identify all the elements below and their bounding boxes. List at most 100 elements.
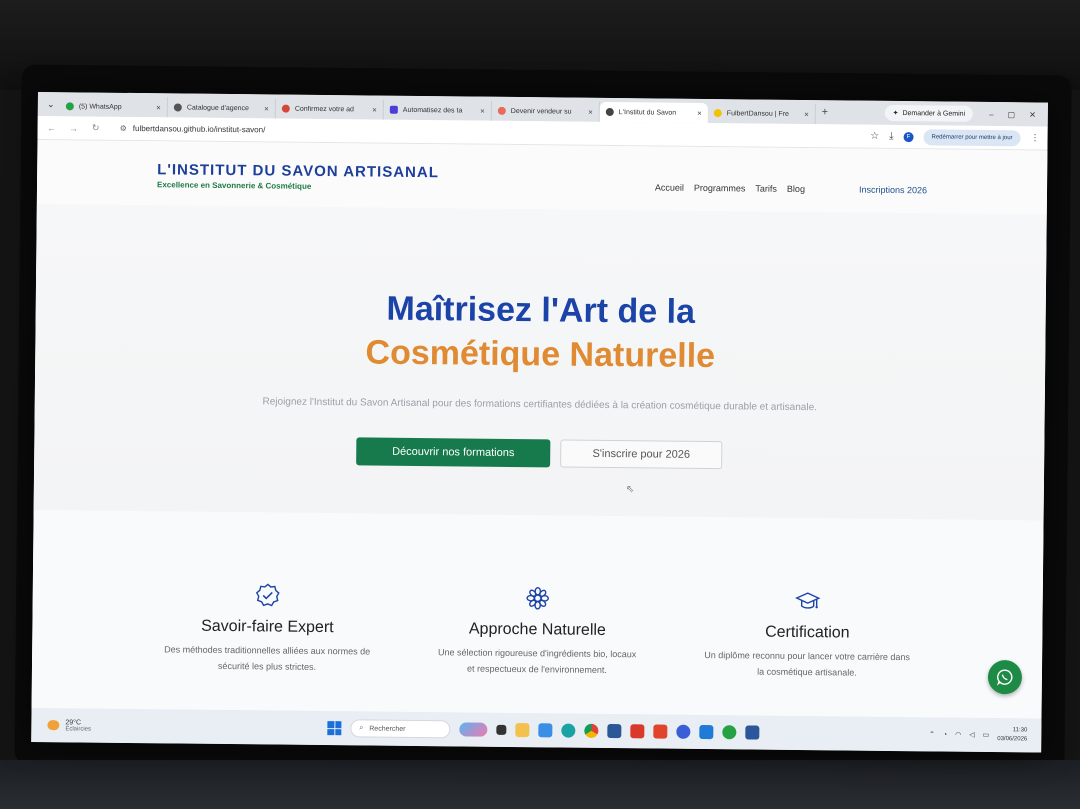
whatsapp-taskbar-icon[interactable] xyxy=(722,725,737,740)
restart-update-button[interactable]: Redémarrer pour mettre à jour xyxy=(923,128,1021,146)
address-bar[interactable]: ⚙ fulbertdansou.github.io/institut-savon… xyxy=(112,120,861,144)
tab-label: Automatisez des ta xyxy=(402,106,463,114)
nav-pricing[interactable]: Tarifs xyxy=(755,184,777,194)
site-header: L'INSTITUT DU SAVON ARTISANAL Excellence… xyxy=(36,139,1048,215)
page-content: L'INSTITUT DU SAVON ARTISANAL Excellence… xyxy=(31,139,1048,719)
feature-natural: Approche Naturelle Une sélection rigoure… xyxy=(412,514,664,715)
profile-avatar[interactable]: F xyxy=(903,131,914,142)
system-clock[interactable]: 11:30 03/06/2026 xyxy=(997,726,1027,744)
flower-icon xyxy=(413,584,663,613)
feature-description: Un diplôme reconnu pour lancer votre car… xyxy=(682,647,932,682)
windows-start-icon[interactable] xyxy=(327,721,342,736)
tab-close-icon[interactable]: × xyxy=(264,104,269,113)
taskbar-search[interactable]: ⌕ Rechercher xyxy=(350,719,451,739)
gmail-icon xyxy=(281,104,290,113)
tab-gmail[interactable]: Confirmez votre ad × xyxy=(275,98,384,120)
firefox-icon[interactable] xyxy=(676,724,691,739)
feature-description-line: Des méthodes traditionnelles alliées aux… xyxy=(164,644,371,657)
file-explorer-icon[interactable] xyxy=(515,723,530,738)
task-view-icon[interactable] xyxy=(496,724,507,735)
word-icon[interactable] xyxy=(745,725,760,740)
tab-close-icon[interactable]: × xyxy=(588,107,593,116)
nav-programs[interactable]: Programmes xyxy=(694,183,746,194)
minimize-icon[interactable]: – xyxy=(989,109,994,118)
tab-automatisez[interactable]: Automatisez des ta × xyxy=(383,99,492,121)
store-icon[interactable] xyxy=(607,723,622,739)
download-icon[interactable]: ⤓ xyxy=(889,131,894,142)
wifi-icon[interactable]: ◠ xyxy=(955,731,961,739)
hero-title-line1: Maîtrisez l'Art de la xyxy=(386,289,696,331)
window-controls: – ▢ ✕ xyxy=(973,109,1048,119)
gemini-button[interactable]: ✦ Demander à Gemini xyxy=(884,104,974,122)
nav-inscriptions[interactable]: Inscriptions 2026 xyxy=(859,185,927,196)
weather-sun-cloud-icon xyxy=(47,720,60,731)
clock-date: 03/06/2026 xyxy=(997,736,1028,743)
vscode-icon[interactable] xyxy=(699,724,714,740)
tab-fulbertdansou[interactable]: FulbertDansou | Fre × xyxy=(707,103,816,125)
weather-widget[interactable]: 29°C Éclaircies xyxy=(31,718,131,732)
back-icon[interactable]: ← xyxy=(46,123,58,133)
brand[interactable]: L'INSTITUT DU SAVON ARTISANAL Excellence… xyxy=(157,161,439,192)
register-2026-button[interactable]: S'inscrire pour 2026 xyxy=(560,439,723,470)
url-text: fulbertdansou.github.io/institut-savon/ xyxy=(132,123,266,135)
globe-icon xyxy=(605,107,614,117)
tab-close-icon[interactable]: × xyxy=(372,105,377,114)
whatsapp-chat-button[interactable] xyxy=(987,659,1023,695)
brand-name: L'INSTITUT DU SAVON ARTISANAL xyxy=(157,161,440,182)
forward-icon[interactable]: → xyxy=(68,123,80,133)
tab-close-icon[interactable]: × xyxy=(156,103,161,112)
tab-label: Confirmez votre ad xyxy=(294,105,355,113)
site-info-icon[interactable]: ⚙ xyxy=(120,124,127,133)
hero-actions: Découvrir nos formations S'inscrire pour… xyxy=(34,434,1044,473)
tab-close-icon[interactable]: × xyxy=(804,110,809,119)
volume-icon[interactable]: ◁ xyxy=(969,731,974,739)
toolbar-right: ☆ ⤓ F Redémarrer pour mettre à jour ⋮ xyxy=(870,128,1040,146)
app-l-icon[interactable] xyxy=(630,724,645,739)
chrome-icon[interactable] xyxy=(584,723,599,738)
laptop-screen: ⌄ (5) WhatsApp × Catalogue d'agence × Co… xyxy=(31,92,1048,753)
edge-icon[interactable] xyxy=(561,723,576,738)
discover-formations-button[interactable]: Découvrir nos formations xyxy=(356,437,551,468)
feature-title: Approche Naturelle xyxy=(468,620,606,639)
network-icon[interactable]: ◔ xyxy=(943,731,947,738)
feature-description: Des méthodes traditionnelles alliées aux… xyxy=(142,641,392,676)
feature-description-line: sécurité les plus strictes. xyxy=(217,660,317,672)
weather-temperature: 29°C xyxy=(65,718,82,726)
new-tab-icon[interactable]: + xyxy=(816,106,834,118)
tab-close-icon[interactable]: × xyxy=(480,106,485,115)
tray-chevron-icon[interactable]: ⌃ xyxy=(929,730,935,738)
nav-home[interactable]: Accueil xyxy=(655,182,684,192)
whatsapp-icon xyxy=(996,669,1013,686)
app-red-icon[interactable] xyxy=(653,724,668,739)
tab-whatsapp[interactable]: (5) WhatsApp × xyxy=(59,96,168,118)
battery-icon[interactable]: ▭ xyxy=(983,731,990,739)
features-section: Savoir-faire Expert Des méthodes traditi… xyxy=(31,509,1044,719)
tab-close-icon[interactable]: × xyxy=(697,108,702,117)
whatsapp-icon xyxy=(65,102,74,111)
close-icon[interactable]: ✕ xyxy=(1029,110,1036,119)
hero-title-line2: Cosmétique Naturelle xyxy=(365,333,716,376)
graduation-cap-icon xyxy=(683,587,933,616)
feature-description: Une sélection rigoureuse d'ingrédients b… xyxy=(412,644,662,679)
restart-update-label: Redémarrer pour mettre à jour xyxy=(931,133,1013,141)
feature-certification: Certification Un diplôme reconnu pour la… xyxy=(682,517,934,718)
photos-icon[interactable] xyxy=(538,723,553,738)
gemini-label: Demander à Gemini xyxy=(902,109,966,118)
copilot-icon[interactable] xyxy=(459,722,488,737)
maximize-icon[interactable]: ▢ xyxy=(1008,110,1016,119)
app-icon xyxy=(389,105,398,114)
nav-blog[interactable]: Blog xyxy=(787,184,805,194)
shop-icon xyxy=(497,106,506,115)
tab-vendeur[interactable]: Devenir vendeur su × xyxy=(491,100,600,122)
globe-icon xyxy=(173,103,182,112)
reload-icon[interactable]: ↻ xyxy=(90,123,102,134)
star-icon xyxy=(713,109,722,118)
tab-search-icon[interactable]: ⌄ xyxy=(42,99,60,110)
bookmark-star-icon[interactable]: ☆ xyxy=(870,131,879,142)
feature-description-line: Une sélection rigoureuse d'ingrédients b… xyxy=(437,647,637,660)
feature-title: Savoir-faire Expert xyxy=(201,617,334,637)
badge-check-icon xyxy=(143,581,393,610)
tab-institut-savon[interactable]: L'Institut du Savon × xyxy=(599,101,708,124)
tab-catalogue[interactable]: Catalogue d'agence × xyxy=(167,97,276,119)
menu-kebab-icon[interactable]: ⋮ xyxy=(1031,132,1040,143)
